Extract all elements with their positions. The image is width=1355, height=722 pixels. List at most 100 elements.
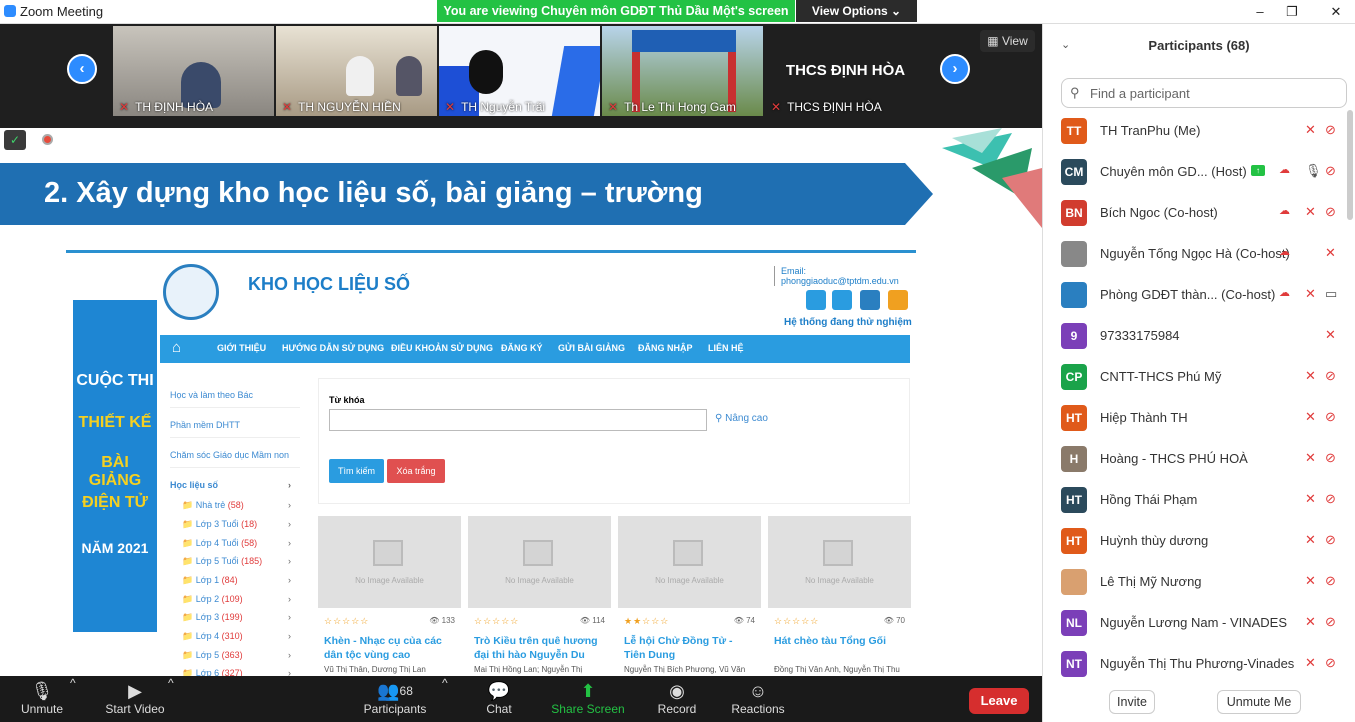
image-placeholder-icon (373, 540, 403, 566)
site-title: KHO HỌC LIỆU SỐ (248, 274, 411, 294)
video-options-caret[interactable]: ^ (168, 676, 174, 722)
participant-name: CNTT-THCS Phú Mỹ (1100, 369, 1222, 384)
participants-options-caret[interactable]: ^ (442, 676, 448, 722)
category-row: 📁 Nhà trẻ (58) › (182, 500, 291, 510)
participant-row[interactable]: NL Nguyễn Lương Nam - VINADES ✕ ⊘ (1043, 602, 1343, 643)
start-video-button[interactable]: ▶ Start Video (100, 676, 170, 722)
unmute-button[interactable]: 🎙 Unmute (12, 676, 72, 722)
mic-icon: 🎙 (1305, 163, 1322, 178)
video-thumb[interactable]: ✕ Th Le Thi Hong Gam (602, 26, 763, 116)
category-row: 📁 Lớp 1 (84) › (182, 575, 291, 585)
unmute-me-button[interactable]: Unmute Me (1217, 690, 1301, 714)
participant-search-input[interactable]: ⚲ Find a participant (1061, 78, 1347, 108)
rating-stars: ☆☆☆☆☆ (324, 616, 370, 626)
prev-page-button[interactable]: ‹ (67, 54, 97, 84)
card-title: Hát chèo tàu Tổng Gối (774, 635, 886, 647)
share-screen-icon: ⬆ (580, 681, 596, 701)
nav-item: GỬI BÀI GIẢNG (558, 343, 625, 353)
close-button[interactable]: ✕ (1321, 2, 1351, 22)
home-icon: ⌂ (172, 339, 182, 356)
image-placeholder-icon (673, 540, 703, 566)
card-author: Vũ Thị Thân, Dương Thị Lan (324, 665, 426, 674)
muted-mic-icon: ✕ (1305, 491, 1316, 506)
security-shield-icon[interactable]: ✓ (4, 130, 26, 150)
slide-heading-bar: 2. Xây dựng kho học liệu số, bài giảng –… (0, 163, 933, 225)
participant-row[interactable]: TT TH TranPhu (Me) ✕ ⊘ (1043, 110, 1343, 151)
youtube-icon (832, 290, 852, 310)
leave-button[interactable]: Leave (969, 688, 1029, 714)
keyword-label: Từ khóa (329, 395, 365, 405)
video-icon: ▭ (1325, 286, 1338, 301)
video-off-icon: ⊘ (1325, 204, 1336, 219)
video-off-icon: ⊘ (1325, 163, 1336, 178)
view-button[interactable]: ▦ View (980, 30, 1035, 52)
participant-name: Hiệp Thành TH (1100, 410, 1188, 425)
avatar: CM (1061, 159, 1087, 185)
audio-options-caret[interactable]: ^ (70, 676, 76, 722)
view-count: 👁 114 (579, 616, 605, 625)
muted-mic-icon: ✕ (1305, 655, 1316, 670)
participant-row[interactable]: Phòng GDĐT thàn... (Co-host) ☁ ✕ ▭ (1043, 274, 1343, 315)
share-screen-button[interactable]: ⬆ Share Screen (548, 676, 628, 722)
advanced-search-link: ⚲ Nâng cao (715, 413, 768, 424)
participant-row[interactable]: HT Hiệp Thành TH ✕ ⊘ (1043, 397, 1343, 438)
video-thumb[interactable]: ✕ TH ĐỊNH HÒA (113, 26, 274, 116)
slide-heading: 2. Xây dựng kho học liệu số, bài giảng –… (44, 177, 703, 209)
participant-name: TH Nguyễn Trãi (461, 100, 546, 114)
participants-button[interactable]: 👥68 Participants (360, 676, 430, 722)
participant-name: Huỳnh thùy dương (1100, 533, 1209, 548)
next-page-button[interactable]: › (940, 54, 970, 84)
cloud-record-icon: ☁ (1279, 246, 1290, 258)
zoom-app-icon (4, 5, 16, 17)
video-thumb[interactable]: THCS ĐỊNH HÒA ✕ THCS ĐỊNH HÒA (765, 26, 926, 116)
participant-row[interactable]: Nguyễn Tống Ngọc Hà (Co-host) ☁ ✕ (1043, 233, 1343, 274)
participants-title: Participants (68) (1148, 38, 1250, 53)
record-button[interactable]: ◉ Record (652, 676, 702, 722)
nav-item: HƯỚNG DẪN SỬ DỤNG (282, 343, 385, 353)
video-off-icon: ⊘ (1325, 573, 1336, 588)
menu-item: Chăm sóc Giáo dục Mầm non (170, 438, 300, 468)
participant-row[interactable]: BN Bích Ngoc (Co-host) ☁ ✕ ⊘ (1043, 192, 1343, 233)
participant-row[interactable]: CM Chuyên môn GD... (Host) ↑ ☁ 🎙 ⊘ (1043, 151, 1343, 192)
muted-mic-icon: ✕ (1305, 409, 1316, 424)
participant-name: TH ĐỊNH HÒA (135, 100, 214, 114)
maximize-button[interactable]: ❐ (1277, 2, 1307, 22)
rating-stars: ☆☆☆☆☆ (474, 616, 520, 626)
invite-button[interactable]: Invite (1109, 690, 1155, 714)
category-row: 📁 Lớp 3 Tuổi (18) › (182, 519, 291, 529)
sharing-icon: ↑ (1251, 165, 1265, 176)
participant-row[interactable]: NT Nguyễn Thị Thu Phương-Vinades ✕ ⊘ (1043, 643, 1343, 684)
menu-item: Học và làm theo Bác (170, 378, 300, 408)
participant-row[interactable]: HT Hồng Thái Phạm ✕ ⊘ (1043, 479, 1343, 520)
grid-icon: ▦ (987, 34, 1002, 48)
recording-indicator-icon (42, 134, 53, 145)
avatar: H (1061, 446, 1087, 472)
muted-mic-icon: ✕ (1325, 245, 1336, 260)
participant-row[interactable]: CP CNTT-THCS Phú Mỹ ✕ ⊘ (1043, 356, 1343, 397)
participant-name: Hồng Thái Phạm (1100, 492, 1198, 507)
participants-scrollbar[interactable] (1347, 110, 1353, 220)
participant-big-name: THCS ĐỊNH HÒA (785, 62, 906, 79)
participant-row[interactable]: HT Huỳnh thùy dương ✕ ⊘ (1043, 520, 1343, 561)
participant-name: TH NGUYỄN HIỀN (298, 100, 401, 114)
muted-mic-icon: ✕ (1305, 450, 1316, 465)
participant-row[interactable]: 9 97333175984 ✕ (1043, 315, 1343, 356)
video-strip: ‹ ✕ TH ĐỊNH HÒA ✕ TH NGUYỄN HIỀN ✕ TH Nguyễ… (0, 24, 1042, 128)
avatar (1061, 569, 1087, 595)
window-title: Zoom Meeting (20, 4, 104, 19)
video-thumb[interactable]: ✕ TH NGUYỄN HIỀN (276, 26, 437, 116)
video-thumb[interactable]: ✕ TH Nguyễn Trãi (439, 26, 600, 116)
reactions-button[interactable]: ☺ Reactions (728, 676, 788, 722)
left-menu: Học và làm theo Bác Phần mềm DHTT Chăm s… (170, 378, 300, 468)
participant-row[interactable]: H Hoàng - THCS PHÚ HOÀ ✕ ⊘ (1043, 438, 1343, 479)
avatar (1061, 282, 1087, 308)
chat-button[interactable]: 💬 Chat (478, 676, 520, 722)
chat-icon: 💬 (487, 681, 511, 701)
participant-row[interactable]: Lê Thị Mỹ Nương ✕ ⊘ (1043, 561, 1343, 602)
view-options-button[interactable]: View Options ⌄ (796, 0, 917, 22)
minimize-button[interactable]: – (1245, 2, 1275, 22)
category-row: 📁 Lớp 4 Tuổi (58) › (182, 538, 291, 548)
video-off-icon: ⊘ (1325, 655, 1336, 670)
muted-mic-icon: ✕ (1305, 122, 1316, 137)
nav-item: GIỚI THIỆU (217, 343, 267, 353)
